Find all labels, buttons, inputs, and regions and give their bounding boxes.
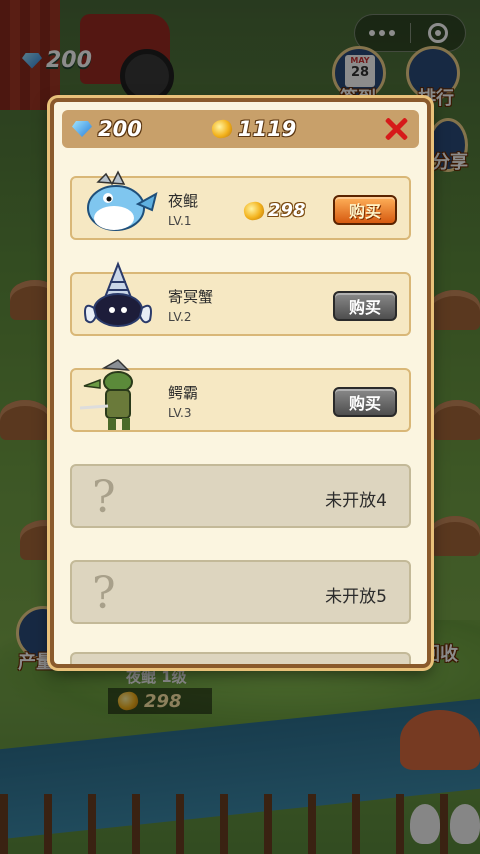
close-icon[interactable] [383,116,409,142]
pet-level: LV.2 [168,310,192,324]
pet-card: 夜鲲 LV.1 298 购买 [70,170,411,240]
pet-name: 夜鲲 [168,192,199,210]
shop-modal: 200 1119 夜鲲 LV.1 298 购买 寄冥蟹 LV.2 购买 鳄霸 L… [50,98,431,668]
pet-price-value: 298 [268,200,306,221]
locked-label: 未开放5 [325,587,387,607]
gem-value: 200 [98,117,142,141]
gold-coin-icon [210,118,234,140]
pet-card: 寄冥蟹 LV.2 购买 [70,261,411,336]
locked-slot: ? 未开放5 [70,560,411,624]
question-mark-icon: ? [92,568,116,619]
pet-price: 298 [242,199,306,222]
locked-slot: ? 未开放4 [70,464,411,528]
buy-button[interactable]: 购买 [333,195,397,225]
gem-counter: 200 [72,117,142,141]
gold-counter: 1119 [210,117,297,141]
pet-list: 夜鲲 LV.1 298 购买 寄冥蟹 LV.2 购买 鳄霸 LV.3 购买 ? … [70,170,411,656]
pet-level: LV.3 [168,406,192,420]
pet-name: 鳄霸 [168,384,199,402]
modal-header: 200 1119 [62,110,419,148]
pet-level: LV.1 [168,214,192,228]
buy-button[interactable]: 购买 [333,387,397,417]
crocodile-pet-icon [79,359,133,430]
question-mark-icon: ? [92,472,116,523]
buy-button[interactable]: 购买 [333,291,397,321]
gold-value: 1119 [237,117,297,141]
list-next-slot [70,652,411,664]
gold-coin-icon [242,199,266,222]
pet-name: 寄冥蟹 [168,288,214,306]
diamond-icon [72,121,92,137]
pet-card: 鳄霸 LV.3 购买 [70,359,411,432]
whale-pet-icon [87,170,158,231]
locked-label: 未开放4 [325,491,387,511]
crab-pet-icon [84,261,152,327]
